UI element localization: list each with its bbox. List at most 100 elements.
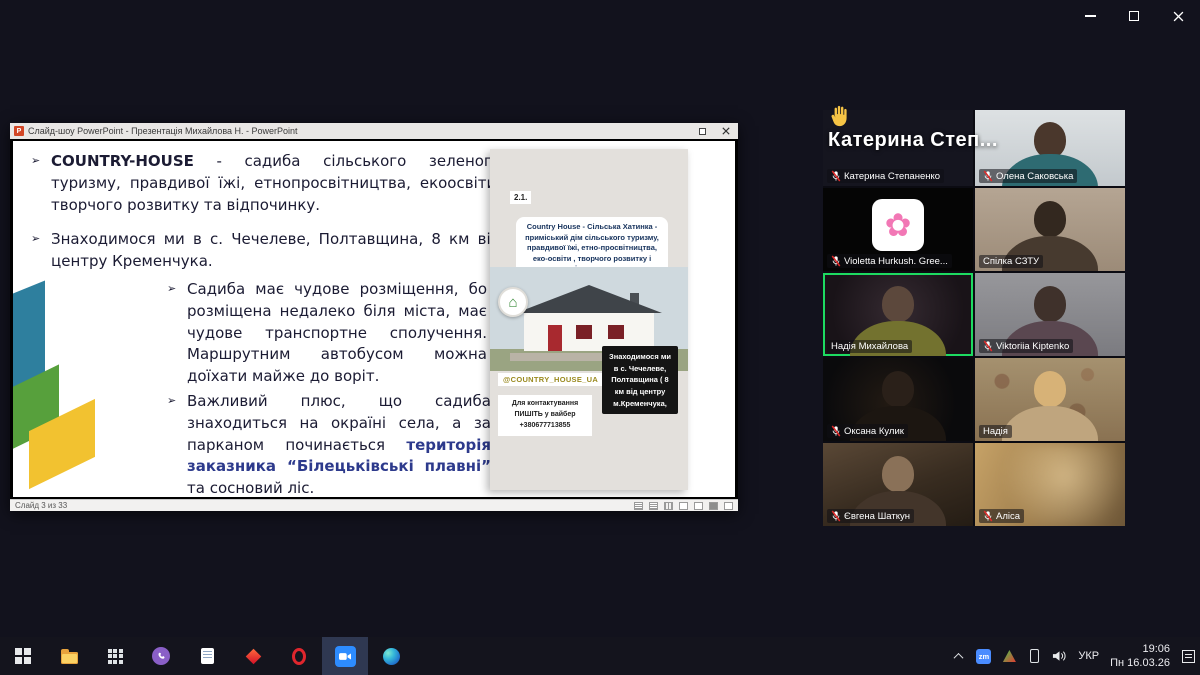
bullet-reserve: ➢ Важливий плюс, що садиба знаходиться н… bbox=[187, 391, 491, 497]
maximize-button[interactable] bbox=[1112, 0, 1156, 32]
action-center-button[interactable] bbox=[1181, 644, 1195, 668]
zoom-button[interactable] bbox=[322, 637, 368, 675]
bullet-text: Садиба має чудове розміщення, бо розміще… bbox=[187, 280, 487, 385]
graphics-tray-button[interactable] bbox=[1002, 644, 1016, 668]
window-controls bbox=[1068, 0, 1200, 32]
raised-hand-participant-name: Катерина Степ... bbox=[828, 129, 998, 152]
taskbar: zm УКР 19:06 Пн 16.03.26 bbox=[0, 637, 1200, 675]
participant-name: Євгена Шаткун bbox=[844, 511, 910, 522]
triangle-icon bbox=[1003, 650, 1016, 662]
flower-icon: ✿ bbox=[885, 209, 912, 241]
phone-device-icon bbox=[1030, 649, 1039, 663]
opera-icon bbox=[292, 648, 306, 665]
participant-label: Спілка СЗТУ bbox=[979, 255, 1043, 268]
video-camera-icon bbox=[339, 652, 351, 661]
language-indicator[interactable]: УКР bbox=[1078, 650, 1099, 662]
minimize-button[interactable] bbox=[1068, 0, 1112, 32]
red-diamond-app-button[interactable] bbox=[230, 637, 276, 675]
participant-tile-nadiia-mykhailova[interactable]: Надія Михайлова bbox=[823, 273, 973, 356]
raised-hand-overlay: Катерина Степ... bbox=[828, 104, 998, 152]
ppt-close-button[interactable] bbox=[718, 124, 734, 138]
edge-button[interactable] bbox=[368, 637, 414, 675]
edge-icon bbox=[383, 648, 400, 665]
bullet-location: ➢ Знаходимося ми в с. Чечелеве, Полтавщи… bbox=[51, 229, 501, 273]
participant-name: Олена Саковська bbox=[996, 171, 1073, 182]
windows-logo-icon bbox=[15, 648, 31, 664]
participant-tile-oksana[interactable]: Оксана Кулик bbox=[823, 358, 973, 441]
participant-name: Аліса bbox=[996, 511, 1020, 522]
powerpoint-window-title: Слайд-шоу PowerPoint - Презентація Михай… bbox=[28, 126, 298, 136]
participant-name: Надія Михайлова bbox=[831, 341, 908, 352]
powerpoint-app-icon: P bbox=[14, 126, 24, 136]
ppt-restore-button[interactable] bbox=[694, 124, 710, 138]
contact-line: Для контактування bbox=[501, 399, 589, 410]
mic-muted-icon bbox=[983, 170, 993, 182]
story-contact-box: Для контактування ПИШІТЬ у вайбер +38067… bbox=[498, 395, 592, 436]
participant-name: Спілка СЗТУ bbox=[983, 256, 1039, 267]
participant-tile-yevhena[interactable]: Євгена Шаткун bbox=[823, 443, 973, 526]
bullet-arrow-icon: ➢ bbox=[167, 281, 176, 297]
powerpoint-statusbar: Слайд 3 из 33 bbox=[10, 499, 738, 511]
bullet-text: Знаходимося ми в с. Чечелеве, Полтавщина… bbox=[51, 230, 501, 270]
story-location-box: Знаходимося ми в с. Чечелеве, Полтавщина… bbox=[602, 346, 678, 414]
slideshow-stage: ➢ COUNTRY-HOUSE - садиба сільського зеле… bbox=[10, 139, 738, 499]
mic-muted-icon bbox=[983, 340, 993, 352]
participant-name: Violetta Hurkush. Gree... bbox=[844, 256, 948, 267]
close-icon bbox=[722, 127, 730, 135]
participant-tile-spilka[interactable]: Спілка СЗТУ bbox=[975, 188, 1125, 271]
opera-button[interactable] bbox=[276, 637, 322, 675]
participant-avatar: ✿ bbox=[872, 199, 924, 251]
bullet-country-house: ➢ COUNTRY-HOUSE - садиба сільського зеле… bbox=[51, 151, 501, 216]
apps-grid-button[interactable] bbox=[92, 637, 138, 675]
minimize-icon bbox=[1085, 15, 1096, 17]
participant-tile-viktoriia[interactable]: Viktoriia Kiptenko bbox=[975, 273, 1125, 356]
slideshow-icon[interactable] bbox=[709, 502, 718, 510]
raised-hand-icon bbox=[828, 104, 850, 128]
action-center-icon bbox=[1182, 650, 1195, 663]
participant-tile-violetta[interactable]: ✿ Violetta Hurkush. Gree... bbox=[823, 188, 973, 271]
story-slide-label: 2.1. bbox=[510, 191, 531, 204]
zoom-icon bbox=[335, 646, 356, 667]
participant-name: Катерина Степаненко bbox=[844, 171, 940, 182]
participant-label: Надія Михайлова bbox=[827, 340, 912, 353]
normal-view-icon[interactable] bbox=[664, 502, 673, 510]
volume-button[interactable] bbox=[1052, 644, 1067, 668]
comments-icon[interactable] bbox=[649, 502, 658, 510]
zoom-tray-button[interactable]: zm bbox=[976, 644, 991, 668]
participant-label: Надія bbox=[979, 425, 1012, 438]
slide-sorter-icon[interactable] bbox=[679, 502, 688, 510]
mic-muted-icon bbox=[831, 510, 841, 522]
participant-label: Олена Саковська bbox=[979, 169, 1077, 183]
time-text: 19:06 bbox=[1110, 642, 1170, 656]
mic-muted-icon bbox=[831, 170, 841, 182]
system-tray: zm УКР 19:06 Пн 16.03.26 bbox=[951, 642, 1200, 671]
participant-tile-nadiia[interactable]: Надія bbox=[975, 358, 1125, 441]
bullet-transport: ➢ Садиба має чудове розміщення, бо розмі… bbox=[187, 279, 487, 388]
fit-to-window-icon[interactable] bbox=[724, 502, 733, 510]
date-text: Пн 16.03.26 bbox=[1110, 656, 1170, 670]
device-tray-button[interactable] bbox=[1027, 644, 1041, 668]
participant-label: Viktoriia Kiptenko bbox=[979, 339, 1073, 353]
close-icon bbox=[1173, 11, 1184, 22]
desktop: { "powerpoint": { "app_icon_letter": "P"… bbox=[0, 0, 1200, 675]
powerpoint-titlebar[interactable]: P Слайд-шоу PowerPoint - Презентація Мих… bbox=[10, 123, 738, 139]
clock[interactable]: 19:06 Пн 16.03.26 bbox=[1110, 642, 1170, 671]
participant-label: Оксана Кулик bbox=[827, 424, 908, 438]
reading-view-icon[interactable] bbox=[694, 502, 703, 510]
viber-button[interactable] bbox=[138, 637, 184, 675]
participant-label: Violetta Hurkush. Gree... bbox=[827, 254, 952, 268]
participant-name: Оксана Кулик bbox=[844, 426, 904, 437]
start-button[interactable] bbox=[0, 637, 46, 675]
story-avatar: ⌂ bbox=[498, 287, 528, 317]
file-explorer-button[interactable] bbox=[46, 637, 92, 675]
document-app-button[interactable] bbox=[184, 637, 230, 675]
mic-muted-icon bbox=[831, 425, 841, 437]
powerpoint-window: P Слайд-шоу PowerPoint - Презентація Мих… bbox=[10, 123, 738, 511]
participant-tile-alisa[interactable]: Аліса bbox=[975, 443, 1125, 526]
close-button[interactable] bbox=[1156, 0, 1200, 32]
zoom-tray-icon: zm bbox=[976, 649, 991, 664]
notes-icon[interactable] bbox=[634, 502, 643, 510]
bullet-arrow-icon: ➢ bbox=[167, 393, 176, 409]
hidden-icons-button[interactable] bbox=[951, 644, 965, 668]
maximize-icon bbox=[1129, 11, 1139, 21]
